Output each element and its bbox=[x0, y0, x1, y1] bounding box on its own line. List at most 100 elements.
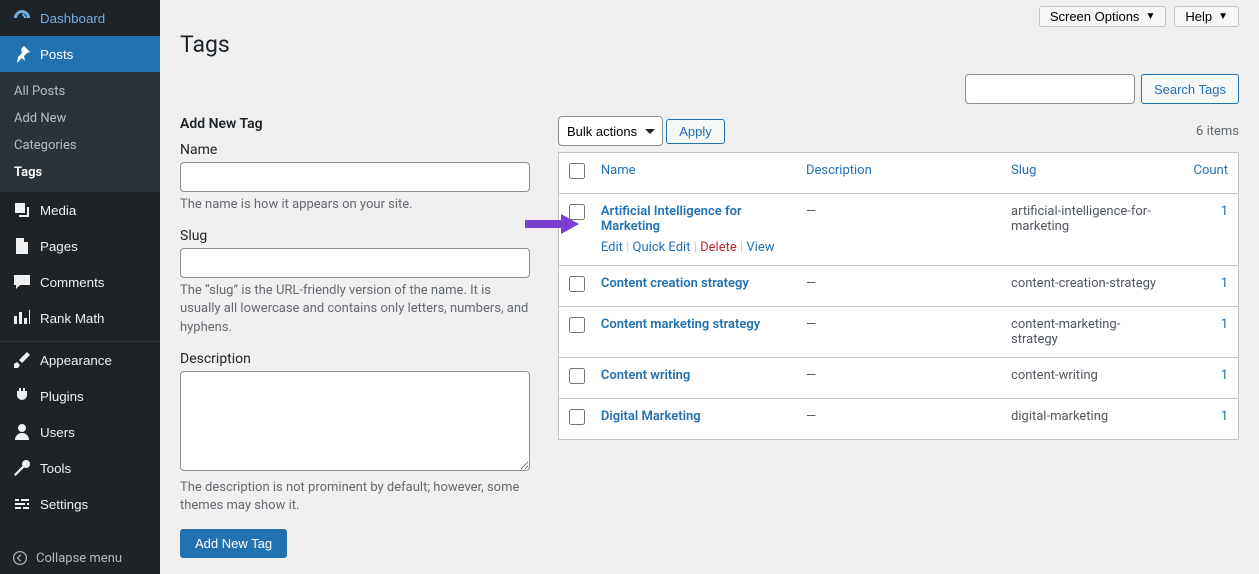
add-new-tag-button[interactable]: Add New Tag bbox=[180, 529, 287, 558]
table-row: Content marketing strategy —content-marke… bbox=[559, 307, 1239, 358]
tag-description-input[interactable] bbox=[180, 371, 530, 471]
wrench-icon bbox=[12, 458, 32, 478]
description-help: The description is not prominent by defa… bbox=[180, 479, 530, 515]
menu-settings[interactable]: Settings bbox=[0, 486, 160, 522]
slug-label: Slug bbox=[180, 228, 530, 244]
menu-posts[interactable]: Posts bbox=[0, 36, 160, 72]
table-row: Artificial Intelligence for Marketing Edi… bbox=[559, 194, 1239, 266]
menu-users[interactable]: Users bbox=[0, 414, 160, 450]
row-checkbox[interactable] bbox=[569, 204, 585, 220]
menu-label: Tools bbox=[40, 461, 71, 476]
row-count: 1 bbox=[1174, 358, 1239, 399]
count-link[interactable]: 1 bbox=[1221, 276, 1228, 291]
collapse-label: Collapse menu bbox=[36, 551, 122, 566]
caret-down-icon: ▼ bbox=[1145, 11, 1155, 22]
items-count: 6 items bbox=[1196, 124, 1239, 139]
apply-button[interactable]: Apply bbox=[666, 119, 725, 144]
row-title[interactable]: Artificial Intelligence for Marketing bbox=[601, 204, 742, 234]
view-link[interactable]: View bbox=[746, 240, 774, 255]
submenu-add-new[interactable]: Add New bbox=[0, 105, 160, 132]
menu-comments[interactable]: Comments bbox=[0, 264, 160, 300]
row-checkbox[interactable] bbox=[569, 276, 585, 292]
menu-appearance[interactable]: Appearance bbox=[0, 342, 160, 378]
count-link[interactable]: 1 bbox=[1221, 409, 1228, 424]
tags-list: Bulk actions Apply 6 items Name Descript… bbox=[558, 116, 1239, 558]
quick-edit-link[interactable]: Quick Edit bbox=[633, 240, 691, 255]
row-title[interactable]: Digital Marketing bbox=[601, 409, 701, 424]
description-label: Description bbox=[180, 351, 530, 367]
row-checkbox[interactable] bbox=[569, 317, 585, 333]
row-count: 1 bbox=[1174, 194, 1239, 266]
row-slug: content-marketing-strategy bbox=[1001, 307, 1174, 358]
row-count: 1 bbox=[1174, 266, 1239, 307]
menu-label: Media bbox=[40, 203, 76, 218]
name-help: The name is how it appears on your site. bbox=[180, 196, 530, 214]
select-all-header bbox=[559, 153, 591, 194]
tag-name-input[interactable] bbox=[180, 162, 530, 192]
count-link[interactable]: 1 bbox=[1221, 204, 1228, 219]
help-button[interactable]: Help▼ bbox=[1174, 6, 1239, 27]
comments-icon bbox=[12, 272, 32, 292]
menu-plugins[interactable]: Plugins bbox=[0, 378, 160, 414]
users-icon bbox=[12, 422, 32, 442]
menu-label: Pages bbox=[40, 239, 78, 254]
row-title[interactable]: Content marketing strategy bbox=[601, 317, 760, 332]
tags-table: Name Description Slug Count Artificial I… bbox=[558, 152, 1239, 440]
slug-help: The “slug” is the URL-friendly version o… bbox=[180, 282, 530, 337]
search-tags-button[interactable]: Search Tags bbox=[1141, 74, 1239, 104]
row-description: — bbox=[796, 194, 1001, 266]
screen-options-button[interactable]: Screen Options ▼ bbox=[1039, 6, 1167, 27]
row-checkbox[interactable] bbox=[569, 409, 585, 425]
row-description: — bbox=[796, 266, 1001, 307]
add-tag-form: Add New Tag Name The name is how it appe… bbox=[180, 116, 530, 558]
form-heading: Add New Tag bbox=[180, 116, 530, 132]
row-description: — bbox=[796, 307, 1001, 358]
collapse-menu[interactable]: Collapse menu bbox=[0, 542, 160, 574]
menu-label: Posts bbox=[40, 47, 73, 62]
header-name[interactable]: Name bbox=[591, 153, 796, 194]
menu-label: Plugins bbox=[40, 389, 84, 404]
media-icon bbox=[12, 200, 32, 220]
row-actions: Edit | Quick Edit | Delete | View bbox=[601, 240, 786, 255]
table-row: Content creation strategy —content-creati… bbox=[559, 266, 1239, 307]
menu-label: Rank Math bbox=[40, 311, 104, 326]
menu-pages[interactable]: Pages bbox=[0, 228, 160, 264]
plug-icon bbox=[12, 386, 32, 406]
row-description: — bbox=[796, 358, 1001, 399]
row-slug: digital-marketing bbox=[1001, 399, 1174, 440]
menu-label: Dashboard bbox=[40, 11, 105, 26]
row-slug: content-creation-strategy bbox=[1001, 266, 1174, 307]
header-count[interactable]: Count bbox=[1174, 153, 1239, 194]
menu-dashboard[interactable]: Dashboard bbox=[0, 0, 160, 36]
bulk-actions-select[interactable]: Bulk actions bbox=[558, 116, 663, 146]
submenu-posts: All Posts Add New Categories Tags bbox=[0, 72, 160, 192]
row-title[interactable]: Content creation strategy bbox=[601, 276, 749, 291]
chart-icon bbox=[12, 308, 32, 328]
submenu-categories[interactable]: Categories bbox=[0, 132, 160, 159]
submenu-all-posts[interactable]: All Posts bbox=[0, 78, 160, 105]
header-description[interactable]: Description bbox=[796, 153, 1001, 194]
menu-media[interactable]: Media bbox=[0, 192, 160, 228]
menu-tools[interactable]: Tools bbox=[0, 450, 160, 486]
edit-link[interactable]: Edit bbox=[601, 240, 623, 255]
pin-icon bbox=[12, 44, 32, 64]
menu-rankmath[interactable]: Rank Math bbox=[0, 300, 160, 336]
menu-label: Users bbox=[40, 425, 75, 440]
sliders-icon bbox=[12, 494, 32, 514]
menu-label: Settings bbox=[40, 497, 88, 512]
row-slug: artificial-intelligence-for-marketing bbox=[1001, 194, 1174, 266]
table-row: Content writing—content-writing1 bbox=[559, 358, 1239, 399]
search-input[interactable] bbox=[965, 74, 1135, 104]
menu-label: Appearance bbox=[40, 353, 112, 368]
row-checkbox[interactable] bbox=[569, 368, 585, 384]
table-nav: Bulk actions Apply 6 items bbox=[558, 116, 1239, 146]
delete-link[interactable]: Delete bbox=[700, 240, 737, 255]
tag-slug-input[interactable] bbox=[180, 248, 530, 278]
count-link[interactable]: 1 bbox=[1221, 368, 1228, 383]
header-slug[interactable]: Slug bbox=[1001, 153, 1174, 194]
screen-options-label: Screen Options bbox=[1050, 9, 1140, 24]
row-title[interactable]: Content writing bbox=[601, 368, 690, 383]
select-all-checkbox[interactable] bbox=[569, 163, 585, 179]
count-link[interactable]: 1 bbox=[1221, 317, 1228, 332]
submenu-tags[interactable]: Tags bbox=[0, 159, 160, 186]
